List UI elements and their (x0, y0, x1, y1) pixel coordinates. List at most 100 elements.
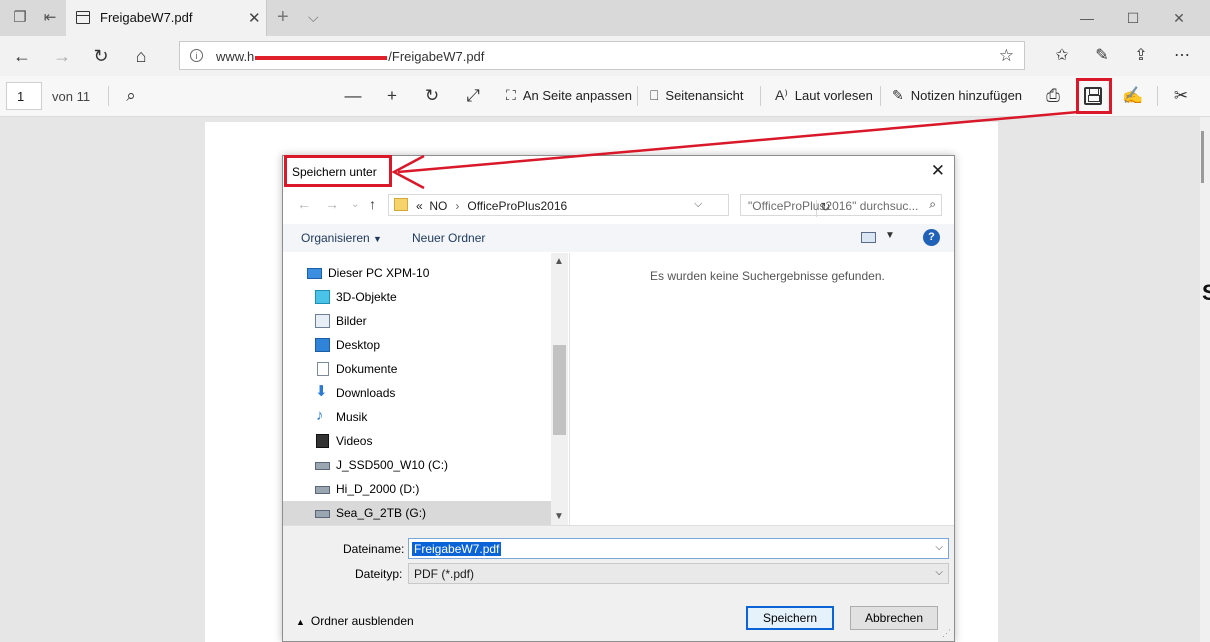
chevron-down-icon[interactable]: ⌵ (308, 9, 319, 26)
no-results-message: Es wurden keine Suchergebnisse gefunden. (650, 269, 885, 283)
chevron-down-icon[interactable]: ⌵ (694, 198, 702, 211)
search-icon[interactable]: ⌕ (929, 197, 936, 212)
filetype-select[interactable]: PDF (*.pdf) ⌵ (408, 563, 949, 584)
pictures-icon (315, 314, 330, 328)
document-scrollbar[interactable] (1200, 117, 1210, 642)
scroll-up-icon[interactable]: ▲ (554, 256, 564, 267)
favorites-icon[interactable]: ✩ (1050, 44, 1074, 68)
divider (637, 86, 638, 106)
view-dropdown-icon[interactable]: ▼ (885, 230, 895, 241)
breadcrumb[interactable]: « NO › OfficeProPlus2016 ⌵ ↻ (388, 194, 831, 217)
share-icon[interactable]: ⇪ (1129, 44, 1153, 68)
view-icon[interactable] (861, 232, 876, 243)
divider (108, 86, 109, 106)
fullscreen-icon[interactable]: ⤢ (462, 85, 484, 107)
home-icon[interactable]: ⌂ (129, 44, 153, 68)
tree-item-pictures[interactable]: Bilder (283, 309, 551, 333)
annotation-box-title (284, 155, 392, 187)
zoom-in-icon[interactable]: + (381, 85, 403, 107)
page-edge-glyph: S (1202, 280, 1210, 305)
fit-page-button[interactable]: ⛶ An Seite anpassen (506, 87, 632, 107)
divider (880, 86, 881, 106)
chevron-down-icon[interactable]: ⌵ (935, 567, 943, 578)
navigation-scrollbar[interactable]: ▲ ▼ (551, 253, 568, 525)
results-pane: Es wurden keine Suchergebnisse gefunden. (569, 253, 954, 525)
arrow-right-icon[interactable]: → (50, 44, 74, 68)
music-icon: ♪ (316, 407, 324, 424)
save-as-icon[interactable]: ✍ (1122, 85, 1144, 107)
print-icon[interactable]: ⎙ (1042, 85, 1064, 107)
pin-icon[interactable]: ✂ (1170, 85, 1192, 107)
cancel-button[interactable]: Abbrechen (850, 606, 938, 630)
filename-label: Dateiname: (343, 542, 405, 556)
downloads-icon: ⬇ (315, 383, 328, 400)
search-placeholder: "OfficeProPlus2016" durchsuc... (748, 199, 918, 213)
refresh-icon[interactable]: ↻ (89, 44, 113, 68)
read-aloud-button[interactable]: A⁾ Laut vorlesen (775, 87, 873, 107)
resize-grip-icon[interactable]: ⋰ (942, 628, 951, 639)
tree-item-drive-g[interactable]: Sea_G_2TB (G:) (283, 501, 551, 525)
fit-page-icon: ⛶ (506, 87, 516, 103)
minimize-button[interactable]: — (1077, 8, 1097, 28)
search-input[interactable]: "OfficeProPlus2016" durchsuc... ⌕ (740, 194, 942, 216)
zoom-out-icon[interactable]: — (342, 85, 364, 107)
page-view-button[interactable]: ⎕ Seitenansicht (650, 87, 743, 107)
save-button[interactable]: Speichern (746, 606, 834, 630)
tabs-icon[interactable]: ❐ (10, 8, 30, 28)
dialog-nav-row: ← → ⌄ ↑ « NO › OfficeProPlus2016 ⌵ ↻ "Offi… (283, 192, 954, 218)
pdf-toolbar: 1 von 11 ⌕ — + ↻ ⤢ ⛶ An Seite anpassen ⎕ S… (0, 76, 1210, 117)
tree-item-videos[interactable]: Videos (283, 429, 551, 453)
scrollbar-thumb[interactable] (553, 345, 566, 435)
help-icon[interactable]: ? (923, 229, 940, 246)
tab-freigabe[interactable]: FreigabeW7.pdf ✕ (66, 0, 267, 36)
arrow-left-icon[interactable]: ← (10, 44, 34, 68)
recent-icon[interactable]: ⌄ (351, 199, 359, 210)
pen-icon: ✎ (892, 87, 904, 103)
page-number-input[interactable]: 1 (6, 82, 42, 110)
folder-icon (394, 198, 408, 211)
info-icon[interactable]: i (190, 49, 203, 62)
close-icon[interactable]: ✕ (248, 9, 261, 27)
pen-icon[interactable]: ✎ (1090, 44, 1114, 68)
drive-icon (315, 462, 330, 470)
hide-folders-toggle[interactable]: ▲ Ordner ausblenden (296, 614, 414, 628)
tree-item-this-pc[interactable]: Dieser PC XPM-10 (283, 261, 551, 285)
page-count: von 11 (52, 89, 91, 104)
add-notes-button[interactable]: ✎ Notizen hinzufügen (892, 87, 1022, 107)
tree-item-3d-objects[interactable]: 3D-Objekte (283, 285, 551, 309)
chevron-down-icon[interactable]: ⌵ (935, 542, 943, 553)
maximize-button[interactable]: ☐ (1123, 8, 1143, 28)
breadcrumb-no[interactable]: NO (429, 199, 447, 213)
close-window-button[interactable]: ✕ (1169, 8, 1189, 28)
more-icon[interactable]: ⋯ (1170, 44, 1194, 68)
organize-button[interactable]: Organisieren ▼ (301, 231, 382, 245)
navigation-pane: Dieser PC XPM-10 3D-Objekte Bilder Deskt… (283, 253, 568, 525)
star-icon[interactable]: ☆ (999, 46, 1014, 66)
filename-input[interactable]: FreigabeW7.pdf ⌵ (408, 538, 949, 559)
scroll-down-icon[interactable]: ▼ (554, 511, 564, 522)
tree-item-desktop[interactable]: Desktop (283, 333, 551, 357)
save-as-dialog: Speichern unter ✕ ← → ⌄ ↑ « NO › OfficePro… (282, 155, 955, 642)
drive-icon (315, 510, 330, 518)
scrollbar-thumb[interactable] (1201, 131, 1204, 183)
set-aside-icon[interactable]: ⇤ (40, 8, 60, 28)
breadcrumb-officeproplus[interactable]: OfficeProPlus2016 (467, 199, 567, 213)
tree-item-downloads[interactable]: ⬇ Downloads (283, 381, 551, 405)
tree-item-drive-d[interactable]: Hi_D_2000 (D:) (283, 477, 551, 501)
rotate-icon[interactable]: ↻ (421, 85, 443, 107)
search-icon[interactable]: ⌕ (120, 85, 142, 107)
tree-item-music[interactable]: ♪ Musik (283, 405, 551, 429)
new-folder-button[interactable]: Neuer Ordner (412, 231, 485, 245)
tree-item-drive-c[interactable]: J_SSD500_W10 (C:) (283, 453, 551, 477)
tree-item-documents[interactable]: Dokumente (283, 357, 551, 381)
plus-icon[interactable]: + (277, 6, 289, 29)
up-icon[interactable]: ↑ (369, 196, 376, 212)
back-icon[interactable]: ← (297, 196, 311, 212)
forward-icon[interactable]: → (325, 196, 339, 212)
url-input[interactable]: i www.h/FreigabeW7.pdf ☆ (179, 41, 1025, 70)
dialog-footer: Dateiname: FreigabeW7.pdf ⌵ Dateityp: PD… (283, 525, 954, 641)
document-icon (76, 11, 90, 24)
desktop-icon (315, 338, 330, 352)
close-icon[interactable]: ✕ (931, 161, 945, 181)
read-aloud-icon: A⁾ (775, 87, 788, 103)
